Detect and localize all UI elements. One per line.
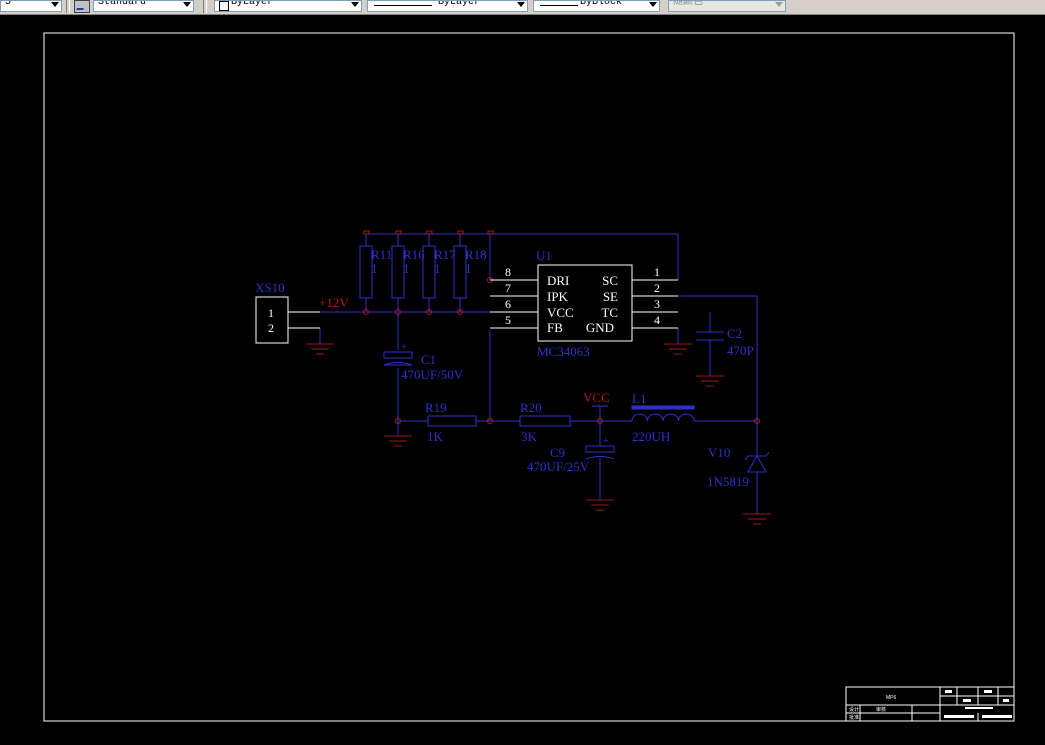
chevron-down-icon — [517, 2, 525, 7]
properties-toolbar: 5 Standard ByLayer ByLayer ByBlock 随颜色 — [0, 0, 1045, 15]
net-label-12v: +12V — [319, 295, 349, 310]
layer-combo[interactable]: 5 — [0, 0, 62, 12]
drawing-border — [43, 32, 1015, 722]
v10-diode-symbol — [744, 451, 770, 473]
chevron-down-icon — [51, 2, 59, 7]
l1-symbol — [631, 405, 695, 422]
r20-ref: R20 — [520, 400, 542, 415]
c1-value: 470UF/50V — [401, 367, 464, 382]
ic-right-pin-labels: SC SE TC GND — [586, 273, 618, 335]
c9-symbol — [585, 445, 615, 460]
wires — [288, 233, 758, 514]
connector-pin2: 2 — [268, 321, 274, 335]
r17-ref: R17 — [434, 247, 456, 262]
ic-pin-3: 3 — [654, 297, 660, 311]
c2-ref: C2 — [727, 326, 742, 341]
r17-value: 1 — [434, 261, 441, 276]
c9-value: 470UF/25V — [527, 459, 590, 474]
title-block-designer-value: 审核 — [876, 706, 886, 713]
r16-ref: R16 — [403, 247, 425, 262]
connector-ref: XS10 — [255, 280, 285, 295]
c1-symbol — [383, 351, 413, 366]
text-style-combo[interactable]: Standard — [93, 0, 194, 12]
linetype-value: ByLayer — [438, 0, 481, 8]
ground-icon — [586, 499, 614, 511]
c2-symbol — [696, 331, 724, 341]
title-block-name: MP6 — [886, 695, 897, 701]
title-block-approve-label: 批准 — [849, 714, 859, 721]
lineweight-preview — [540, 5, 578, 6]
v10-value: 1N5819 — [707, 474, 749, 489]
ic-pin-7: 7 — [505, 281, 511, 295]
c1-ref: C1 — [421, 352, 436, 367]
ic-label-ipk: IPK — [547, 289, 569, 304]
color-combo[interactable]: ByLayer — [214, 0, 362, 12]
r18-ref: R18 — [465, 247, 487, 262]
ic-label-fb: FB — [547, 320, 563, 335]
toolbar-separator — [203, 0, 207, 13]
ic-pin-2: 2 — [654, 281, 660, 295]
r20-body — [519, 415, 571, 427]
ground-icon — [696, 375, 724, 387]
r18-value: 1 — [465, 261, 472, 276]
ic-pin-8: 8 — [505, 265, 511, 279]
ic-ref: U1 — [536, 248, 552, 263]
ic-pin-lines — [490, 279, 678, 329]
text-style-icon[interactable] — [74, 0, 90, 13]
c9-plus-icon: + — [603, 436, 609, 447]
ic-label-vcc: VCC — [547, 305, 574, 320]
c1-plus-icon: + — [401, 342, 407, 353]
r11-value: 1 — [371, 261, 378, 276]
l1-ref: L1 — [632, 391, 646, 406]
ground-symbols — [306, 343, 771, 525]
chevron-down-icon — [775, 2, 783, 7]
ic-label-gnd: GND — [586, 320, 614, 335]
drawing-canvas[interactable]: XS10 1 2 +12V R11 1 R16 1 R17 1 R18 1 U1… — [0, 14, 1045, 740]
r16-value: 1 — [403, 261, 410, 276]
title-block-text: MP6 设计 审核 批准 — [849, 695, 897, 721]
chevron-down-icon — [351, 2, 359, 7]
ground-icon — [664, 343, 692, 355]
ic-label-tc: TC — [601, 305, 618, 320]
linetype-combo[interactable]: ByLayer — [367, 0, 528, 12]
text-style-value: Standard — [98, 0, 147, 8]
r19-value: 1K — [427, 429, 444, 444]
ground-icon — [743, 513, 771, 525]
v10-ref: V10 — [708, 445, 730, 460]
plotstyle-value: 随颜色 — [673, 0, 703, 8]
r20-value: 3K — [521, 429, 538, 444]
linetype-preview — [374, 5, 432, 6]
ic-part: MC34063 — [537, 344, 590, 359]
r19-body — [427, 415, 477, 427]
ic-left-pin-labels: DRI IPK VCC FB — [547, 273, 574, 335]
ic-pin-4: 4 — [654, 313, 660, 327]
layer-combo-value: 5 — [5, 0, 12, 8]
plotstyle-combo: 随颜色 — [668, 0, 786, 12]
toolbar-separator — [66, 0, 70, 13]
lineweight-value: ByBlock — [580, 0, 623, 8]
c2-value: 470P — [727, 343, 754, 358]
ic-pin-5: 5 — [505, 313, 511, 327]
net-label-vcc: VCC — [583, 390, 610, 405]
r11-ref: R11 — [371, 247, 392, 262]
connector-xs10-body — [255, 296, 289, 344]
title-block-designer-label: 设计 — [849, 706, 859, 713]
chevron-down-icon — [183, 2, 191, 7]
c9-ref: C9 — [550, 445, 565, 460]
color-value: ByLayer — [231, 0, 274, 8]
ic-label-sc: SC — [602, 273, 618, 288]
connector-pin1: 1 — [268, 306, 274, 320]
ic-pin-6: 6 — [505, 297, 511, 311]
schematic-svg: XS10 1 2 +12V R11 1 R16 1 R17 1 R18 1 U1… — [43, 32, 1015, 722]
ground-icon — [306, 343, 334, 355]
ic-pin-1: 1 — [654, 265, 660, 279]
ground-icon — [384, 435, 412, 447]
r19-ref: R19 — [425, 400, 447, 415]
ic-label-se: SE — [603, 289, 618, 304]
l1-value: 220UH — [632, 429, 670, 444]
lineweight-combo[interactable]: ByBlock — [533, 0, 660, 12]
ic-label-dri: DRI — [547, 273, 569, 288]
color-swatch-icon — [219, 1, 229, 11]
chevron-down-icon — [649, 2, 657, 7]
